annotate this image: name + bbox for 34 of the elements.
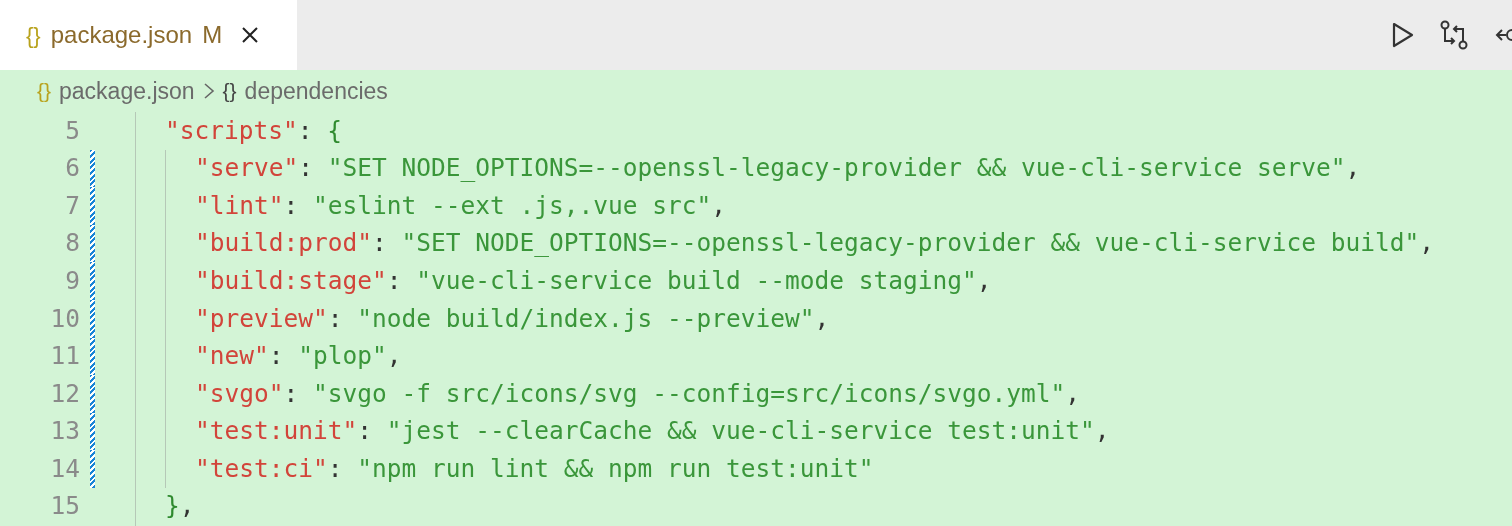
json-file-icon: {}: [26, 18, 41, 52]
line-number: 11: [49, 344, 80, 369]
breadcrumb-item[interactable]: dependencies: [244, 73, 388, 109]
line-number: 10: [49, 306, 80, 331]
code-line: "new": "plop",: [195, 344, 402, 369]
run-icon[interactable]: [1392, 22, 1414, 48]
line-number: 14: [49, 456, 80, 482]
object-icon: {}: [222, 75, 237, 107]
tab-title: package.json: [50, 20, 193, 50]
compare-changes-icon[interactable]: [1440, 20, 1468, 50]
line-number: 8: [64, 231, 80, 256]
code-line: "preview": "node build/index.js --preview",: [195, 306, 830, 331]
line-number: 12: [49, 381, 80, 407]
code-line: "test:ci": "npm run lint && npm run test:unit": [195, 456, 874, 482]
code-line: "svgo": "svgo -f src/icons/svg --config=src/icons/svgo.yml",: [195, 381, 1081, 407]
code-line: "test:unit": "jest --clearCache && vue-cli-service test:unit",: [195, 419, 1110, 444]
line-number: 7: [64, 193, 80, 219]
json-file-icon: {}: [37, 75, 52, 107]
code-line: },: [165, 494, 195, 519]
editor-tab[interactable]: {} package.json M: [0, 0, 297, 70]
breadcrumb-item[interactable]: package.json: [59, 73, 195, 109]
line-number: 9: [64, 268, 80, 294]
chevron-right-icon: [202, 81, 215, 101]
code-line: "build:stage": "vue-cli-service build --mode staging",: [195, 268, 992, 294]
close-icon[interactable]: [240, 25, 261, 45]
code-line: "lint": "eslint --ext .js,.vue src",: [195, 193, 727, 219]
line-number: 5: [64, 118, 80, 144]
modified-status: M: [202, 20, 223, 50]
code-line: "scripts": {: [165, 118, 343, 144]
line-number: 15: [49, 494, 80, 519]
code-line: "build:prod": "SET NODE_OPTIONS=--openssl-legacy-provider && vue-cli-service build",: [195, 231, 1435, 256]
code-line: "serve": "SET NODE_OPTIONS=--openssl-legacy-provider && vue-cli-service serve",: [195, 156, 1361, 181]
line-number: 13: [49, 419, 80, 444]
line-number: 6: [64, 156, 80, 181]
